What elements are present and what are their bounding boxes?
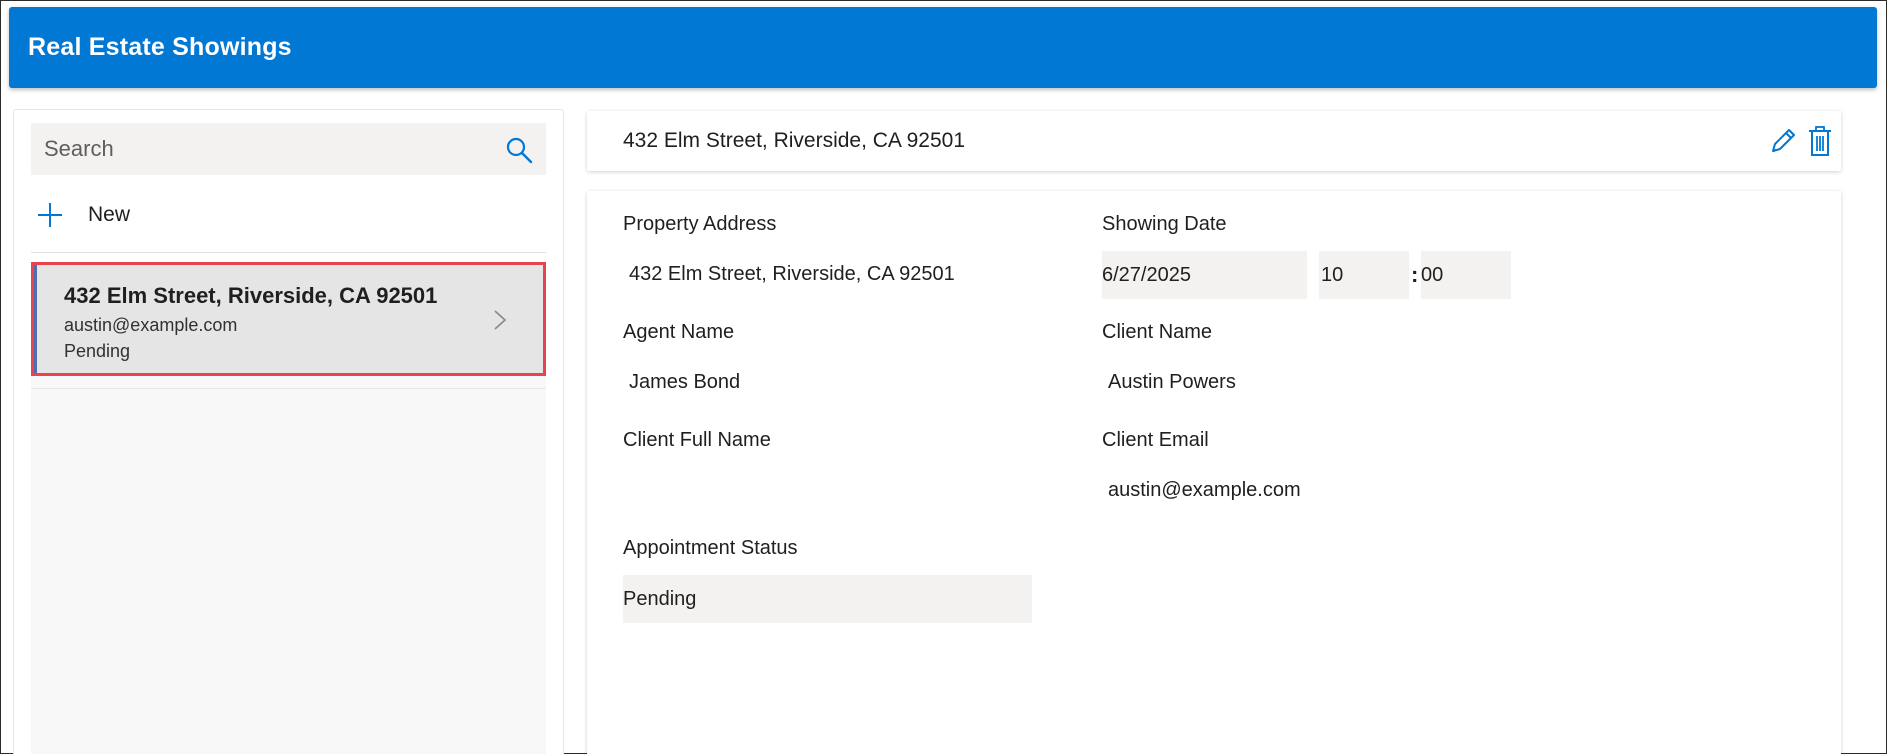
divider: [31, 252, 546, 253]
showings-gallery: 432 Elm Street, Riverside, CA 92501 aust…: [31, 262, 546, 754]
time-separator: :: [1411, 262, 1419, 287]
agent-name-value: James Bond: [629, 371, 741, 393]
search-box: [31, 123, 546, 175]
appointment-status-label: Appointment Status: [623, 537, 798, 559]
app-frame: Real Estate Showings New: [0, 0, 1887, 754]
client-name-value: Austin Powers: [1108, 371, 1236, 393]
gallery-item-email: austin@example.com: [64, 315, 238, 335]
new-button-label: New: [88, 203, 131, 226]
client-email-value: austin@example.com: [1108, 479, 1301, 501]
detail-header: 432 Elm Street, Riverside, CA 92501: [587, 111, 1841, 171]
app-header: Real Estate Showings: [9, 7, 1877, 88]
plus-icon: [34, 199, 66, 231]
client-name-label: Client Name: [1102, 321, 1213, 343]
client-full-name-label: Client Full Name: [623, 429, 771, 451]
showing-date-label: Showing Date: [1102, 213, 1227, 235]
edit-icon[interactable]: [1767, 125, 1799, 157]
detail-form: Property Address 432 Elm Street, Riversi…: [587, 191, 1841, 754]
property-address-label: Property Address: [623, 213, 777, 235]
search-icon[interactable]: [504, 135, 534, 165]
agent-name-label: Agent Name: [623, 321, 735, 343]
property-address-value: 432 Elm Street, Riverside, CA 92501: [629, 263, 955, 285]
new-button[interactable]: New: [34, 190, 234, 240]
gallery-item-title: 432 Elm Street, Riverside, CA 92501: [64, 283, 438, 308]
gallery-item-selected[interactable]: 432 Elm Street, Riverside, CA 92501 aust…: [31, 262, 546, 376]
app-title: Real Estate Showings: [28, 33, 292, 61]
showing-hour-field[interactable]: 10: [1319, 251, 1409, 299]
search-input[interactable]: [31, 123, 491, 175]
list-pane: New 432 Elm Street, Riverside, CA 92501 …: [13, 109, 564, 754]
client-email-label: Client Email: [1102, 429, 1209, 451]
showing-date-field[interactable]: 6/27/2025: [1102, 251, 1307, 299]
detail-title: 432 Elm Street, Riverside, CA 92501: [623, 129, 966, 152]
trash-icon[interactable]: [1805, 125, 1835, 157]
divider: [31, 388, 546, 389]
selection-accent: [34, 265, 37, 373]
appointment-status-field[interactable]: Pending: [623, 575, 1032, 623]
gallery-item-status: Pending: [64, 341, 131, 361]
chevron-right-icon[interactable]: [493, 309, 507, 331]
showing-minute-field[interactable]: 00: [1421, 251, 1511, 299]
